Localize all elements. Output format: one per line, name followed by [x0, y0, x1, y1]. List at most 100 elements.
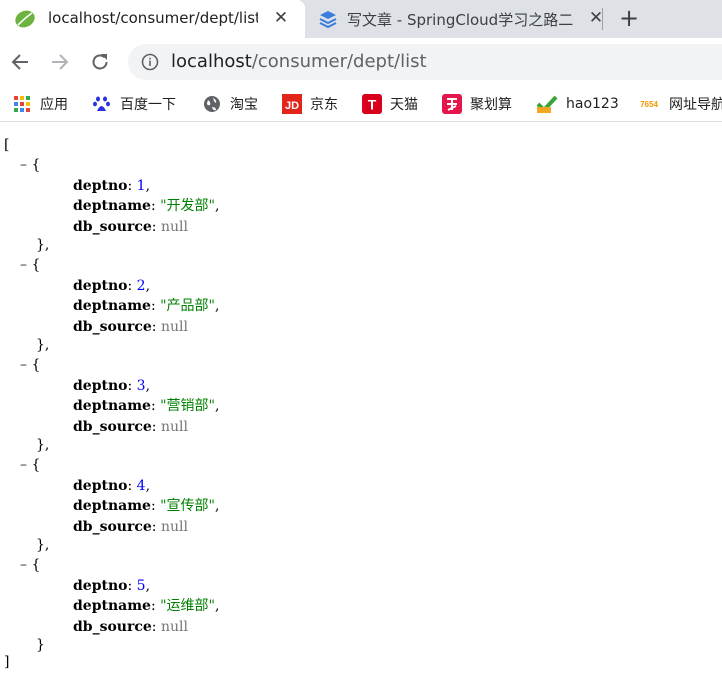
svg-text:JD: JD [285, 100, 299, 112]
json-key-db-source: db_source [73, 218, 152, 235]
json-key-deptno: deptno [73, 277, 128, 294]
json-value-deptname: "产品部" [160, 298, 215, 314]
json-key-db-source: db_source [73, 618, 152, 635]
apps-grid-icon [14, 96, 30, 112]
url-path: /consumer/dept/list [251, 51, 427, 72]
collapse-toggle[interactable]: – [20, 257, 27, 273]
juhuasuan-icon [442, 94, 462, 114]
json-value-deptno: 1 [136, 177, 146, 194]
json-open-brace: { [31, 457, 41, 473]
json-line-deptname: deptname: "产品部", [73, 298, 220, 314]
json-key-db-source: db_source [73, 318, 152, 335]
json-line-deptname: deptname: "开发部", [73, 198, 220, 214]
json-line-deptname: deptname: "营销部", [73, 398, 220, 414]
new-tab-plus-icon[interactable]: + [617, 6, 641, 30]
bookmark-jd[interactable]: JD 京东 [282, 92, 338, 116]
bookmark-wangzhi[interactable]: 7654 网址导航 [637, 92, 722, 116]
tab-title: 写文章 - SpringCloud学习之路二 [347, 11, 574, 29]
tab-title: localhost/consumer/dept/list [48, 9, 258, 27]
bookmark-hao123[interactable]: hao123 [536, 92, 619, 116]
bookmarks-bar: 应用 百度一下 淘宝 JD 京东 T 天猫 聚划算 hao123 7654 网址… [0, 86, 722, 122]
json-record-open: – { [20, 555, 40, 575]
json-record-close: }, [36, 535, 49, 555]
json-key-deptname: deptname [73, 398, 151, 414]
json-value-deptname: "开发部" [160, 198, 215, 214]
toolbar: localhost/consumer/dept/list [0, 38, 722, 86]
json-close-brace: }, [36, 337, 50, 353]
close-tab-icon[interactable]: ✕ [586, 8, 606, 28]
json-line-db-source: db_source: null [73, 318, 188, 335]
bookmark-label: 聚划算 [470, 97, 512, 113]
json-value-deptno: 4 [136, 477, 146, 494]
json-record-open: – { [20, 455, 40, 475]
json-line-db-source: db_source: null [73, 418, 188, 435]
url-host: localhost [171, 51, 252, 72]
json-open-brace: { [31, 557, 41, 573]
reload-icon[interactable] [88, 50, 112, 74]
address-bar[interactable]: localhost/consumer/dept/list [128, 44, 722, 80]
json-line-db-source: db_source: null [73, 618, 188, 635]
json-key-deptname: deptname [73, 498, 151, 514]
info-icon[interactable] [140, 52, 160, 72]
7654-icon: 7654 [640, 100, 658, 109]
json-key-deptname: deptname [73, 598, 151, 614]
bookmark-taobao[interactable]: 淘宝 [202, 92, 258, 116]
json-close-brace: }, [36, 237, 50, 253]
bookmark-label: 应用 [40, 97, 68, 113]
json-value-db-source: null [160, 218, 188, 235]
collapse-toggle[interactable]: – [20, 557, 27, 573]
svg-text:7654: 7654 [640, 100, 658, 109]
bookmark-label: 淘宝 [230, 97, 258, 113]
json-close-brace: }, [36, 537, 50, 553]
close-tab-icon[interactable]: ✕ [271, 8, 291, 28]
json-record-open: – { [20, 155, 40, 175]
json-value-db-source: null [160, 318, 188, 335]
json-line-db-source: db_source: null [73, 218, 188, 235]
json-line-deptno: deptno: 1, [73, 177, 151, 194]
baidu-paw-icon [93, 96, 110, 111]
json-key-deptname: deptname [73, 298, 151, 314]
tab-strip: localhost/consumer/dept/list ✕ 写文章 - Spr… [0, 0, 722, 38]
json-key-db-source: db_source [73, 418, 152, 435]
back-arrow-icon[interactable] [8, 50, 32, 74]
json-line-deptname: deptname: "运维部", [73, 598, 220, 614]
json-value-db-source: null [160, 418, 188, 435]
json-value-deptno: 5 [136, 577, 146, 594]
bookmark-label: 百度一下 [120, 97, 176, 113]
bookmark-baidu[interactable]: 百度一下 [92, 92, 176, 116]
json-line-deptno: deptno: 5, [73, 577, 151, 594]
json-value-deptno: 3 [136, 377, 146, 394]
collapse-toggle[interactable]: – [20, 357, 27, 373]
tab-inactive[interactable]: 写文章 - SpringCloud学习之路二 ✕ [305, 0, 610, 38]
collapse-toggle[interactable]: – [20, 457, 27, 473]
collapse-toggle[interactable]: – [20, 157, 27, 173]
globe-icon [204, 96, 220, 112]
json-value-db-source: null [160, 518, 188, 535]
tab-divider [602, 8, 603, 30]
json-value-deptname: "营销部" [160, 398, 215, 414]
json-close-bracket: ] [4, 654, 10, 670]
json-key-deptname: deptname [73, 198, 151, 214]
json-close-brace: }, [36, 437, 50, 453]
forward-arrow-icon[interactable] [48, 50, 72, 74]
json-record-close: }, [36, 335, 49, 355]
json-line-deptno: deptno: 4, [73, 477, 151, 494]
json-open-brace: { [31, 357, 41, 373]
json-open-brace: { [31, 257, 41, 273]
svg-text:T: T [368, 97, 377, 113]
hao123-icon [536, 95, 558, 113]
bookmark-juhuasuan[interactable]: 聚划算 [442, 92, 512, 116]
json-line-deptno: deptno: 2, [73, 277, 151, 294]
bookmark-tmall[interactable]: T 天猫 [362, 92, 418, 116]
spring-leaf-icon [15, 10, 35, 28]
bookmark-apps[interactable]: 应用 [12, 92, 68, 116]
json-record-close: }, [36, 235, 49, 255]
json-open-brace: { [31, 157, 41, 173]
json-record-close: } [36, 635, 45, 655]
url-text[interactable]: localhost/consumer/dept/list [171, 51, 427, 72]
json-key-deptno: deptno [73, 577, 128, 594]
tab-active[interactable]: localhost/consumer/dept/list ✕ [0, 0, 305, 38]
json-record-close: }, [36, 435, 49, 455]
jd-icon: JD [282, 94, 302, 114]
json-key-deptno: deptno [73, 177, 128, 194]
